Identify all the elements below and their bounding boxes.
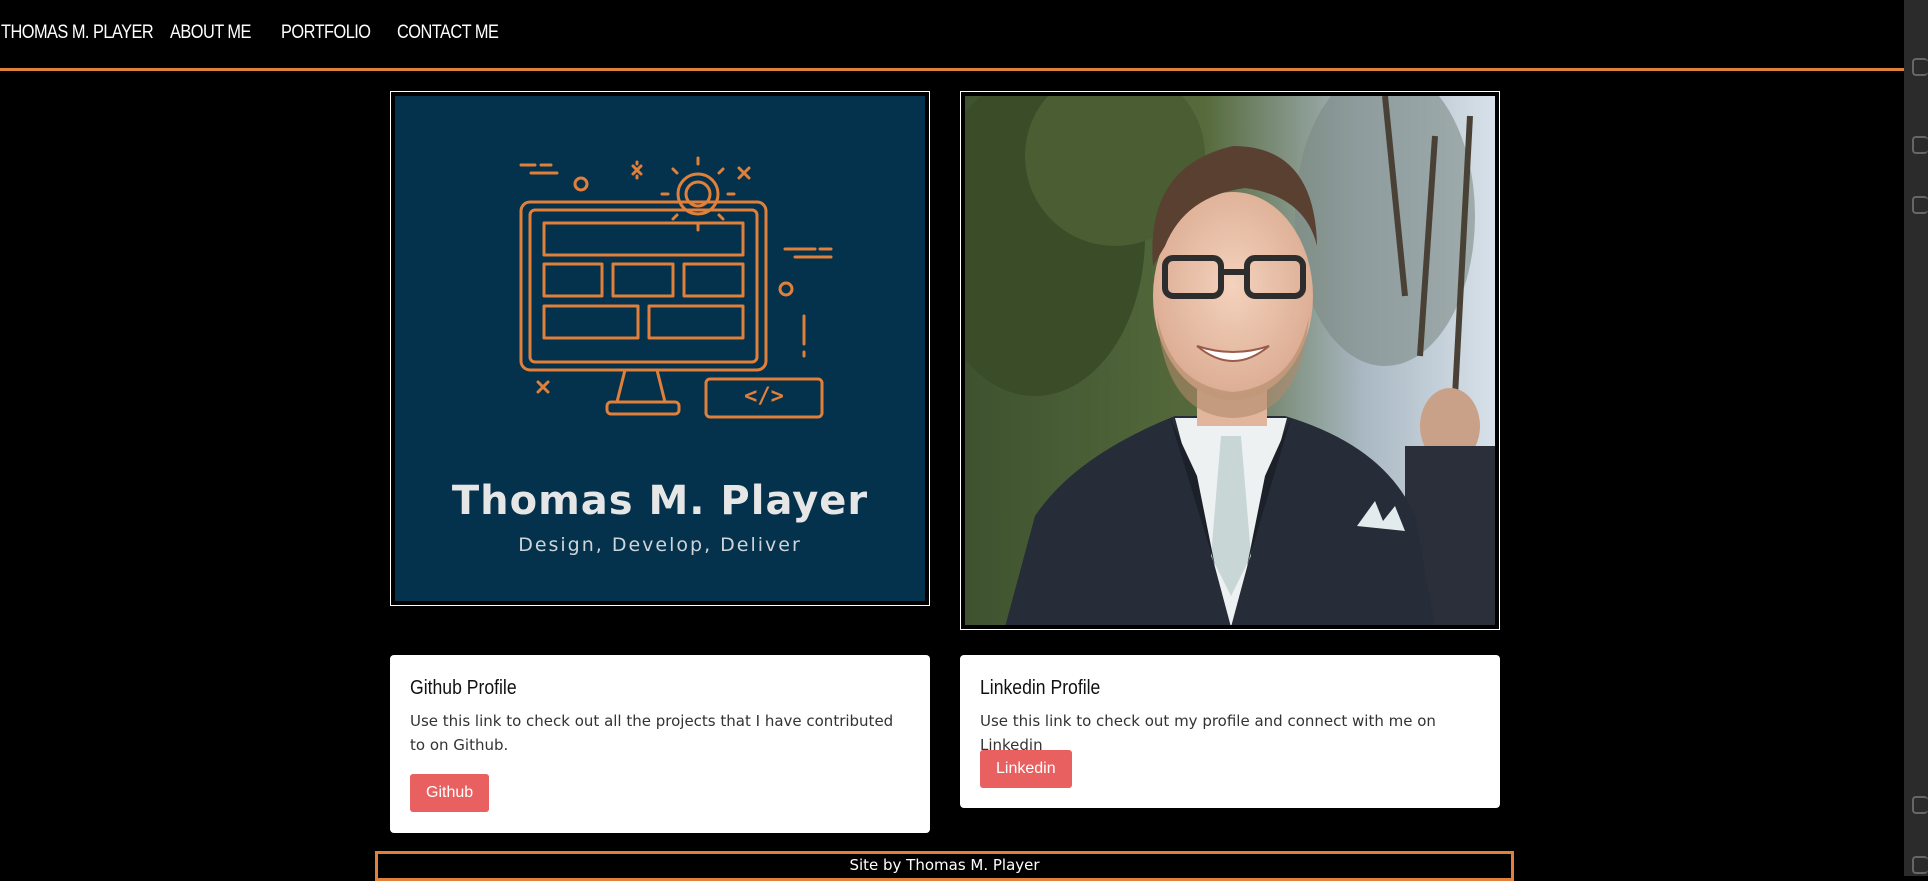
nav-link-contact-me[interactable]: CONTACT ME bbox=[397, 22, 499, 44]
toolbar-icon[interactable] bbox=[1912, 796, 1928, 814]
side-toolbar bbox=[1904, 0, 1928, 876]
site-footer: Site by Thomas M. Player bbox=[375, 851, 1514, 881]
card-text: Use this link to check out all the proje… bbox=[410, 712, 894, 754]
card-title: Linkedin Profile bbox=[980, 677, 1101, 699]
nav-brand-link[interactable]: THOMAS M. PLAYER bbox=[1, 22, 154, 44]
computer-illustration-icon: </> bbox=[519, 156, 833, 419]
portrait-photo bbox=[965, 96, 1495, 625]
portrait-icon bbox=[965, 96, 1495, 625]
logo-tagline: Design, Develop, Deliver bbox=[518, 534, 802, 556]
toolbar-icon[interactable] bbox=[1912, 196, 1928, 214]
github-profile-card: Github Profile Use this link to check ou… bbox=[390, 655, 930, 833]
linkedin-profile-card: Linkedin Profile Use this link to check … bbox=[960, 655, 1500, 808]
toolbar-icon[interactable] bbox=[1912, 856, 1928, 874]
toolbar-icon[interactable] bbox=[1912, 58, 1928, 76]
logo-title: Thomas M. Player bbox=[451, 478, 869, 524]
nav-link-portfolio[interactable]: PORTFOLIO bbox=[281, 22, 371, 44]
nav-link-about-me[interactable]: ABOUT ME bbox=[170, 22, 251, 44]
portrait-image-card bbox=[960, 91, 1500, 630]
card-title: Github Profile bbox=[410, 677, 517, 699]
code-glyph: </> bbox=[744, 384, 784, 409]
logo-image: </> Thomas M. Player Design, Develop, De… bbox=[395, 96, 925, 601]
linkedin-button[interactable]: Linkedin bbox=[980, 750, 1072, 788]
top-nav: THOMAS M. PLAYER ABOUT ME PORTFOLIO CONT… bbox=[0, 0, 1904, 71]
logo-image-card: </> Thomas M. Player Design, Develop, De… bbox=[390, 91, 930, 606]
toolbar-icon[interactable] bbox=[1912, 136, 1928, 154]
github-button[interactable]: Github bbox=[410, 774, 490, 812]
footer-text: Site by Thomas M. Player bbox=[849, 856, 1040, 874]
